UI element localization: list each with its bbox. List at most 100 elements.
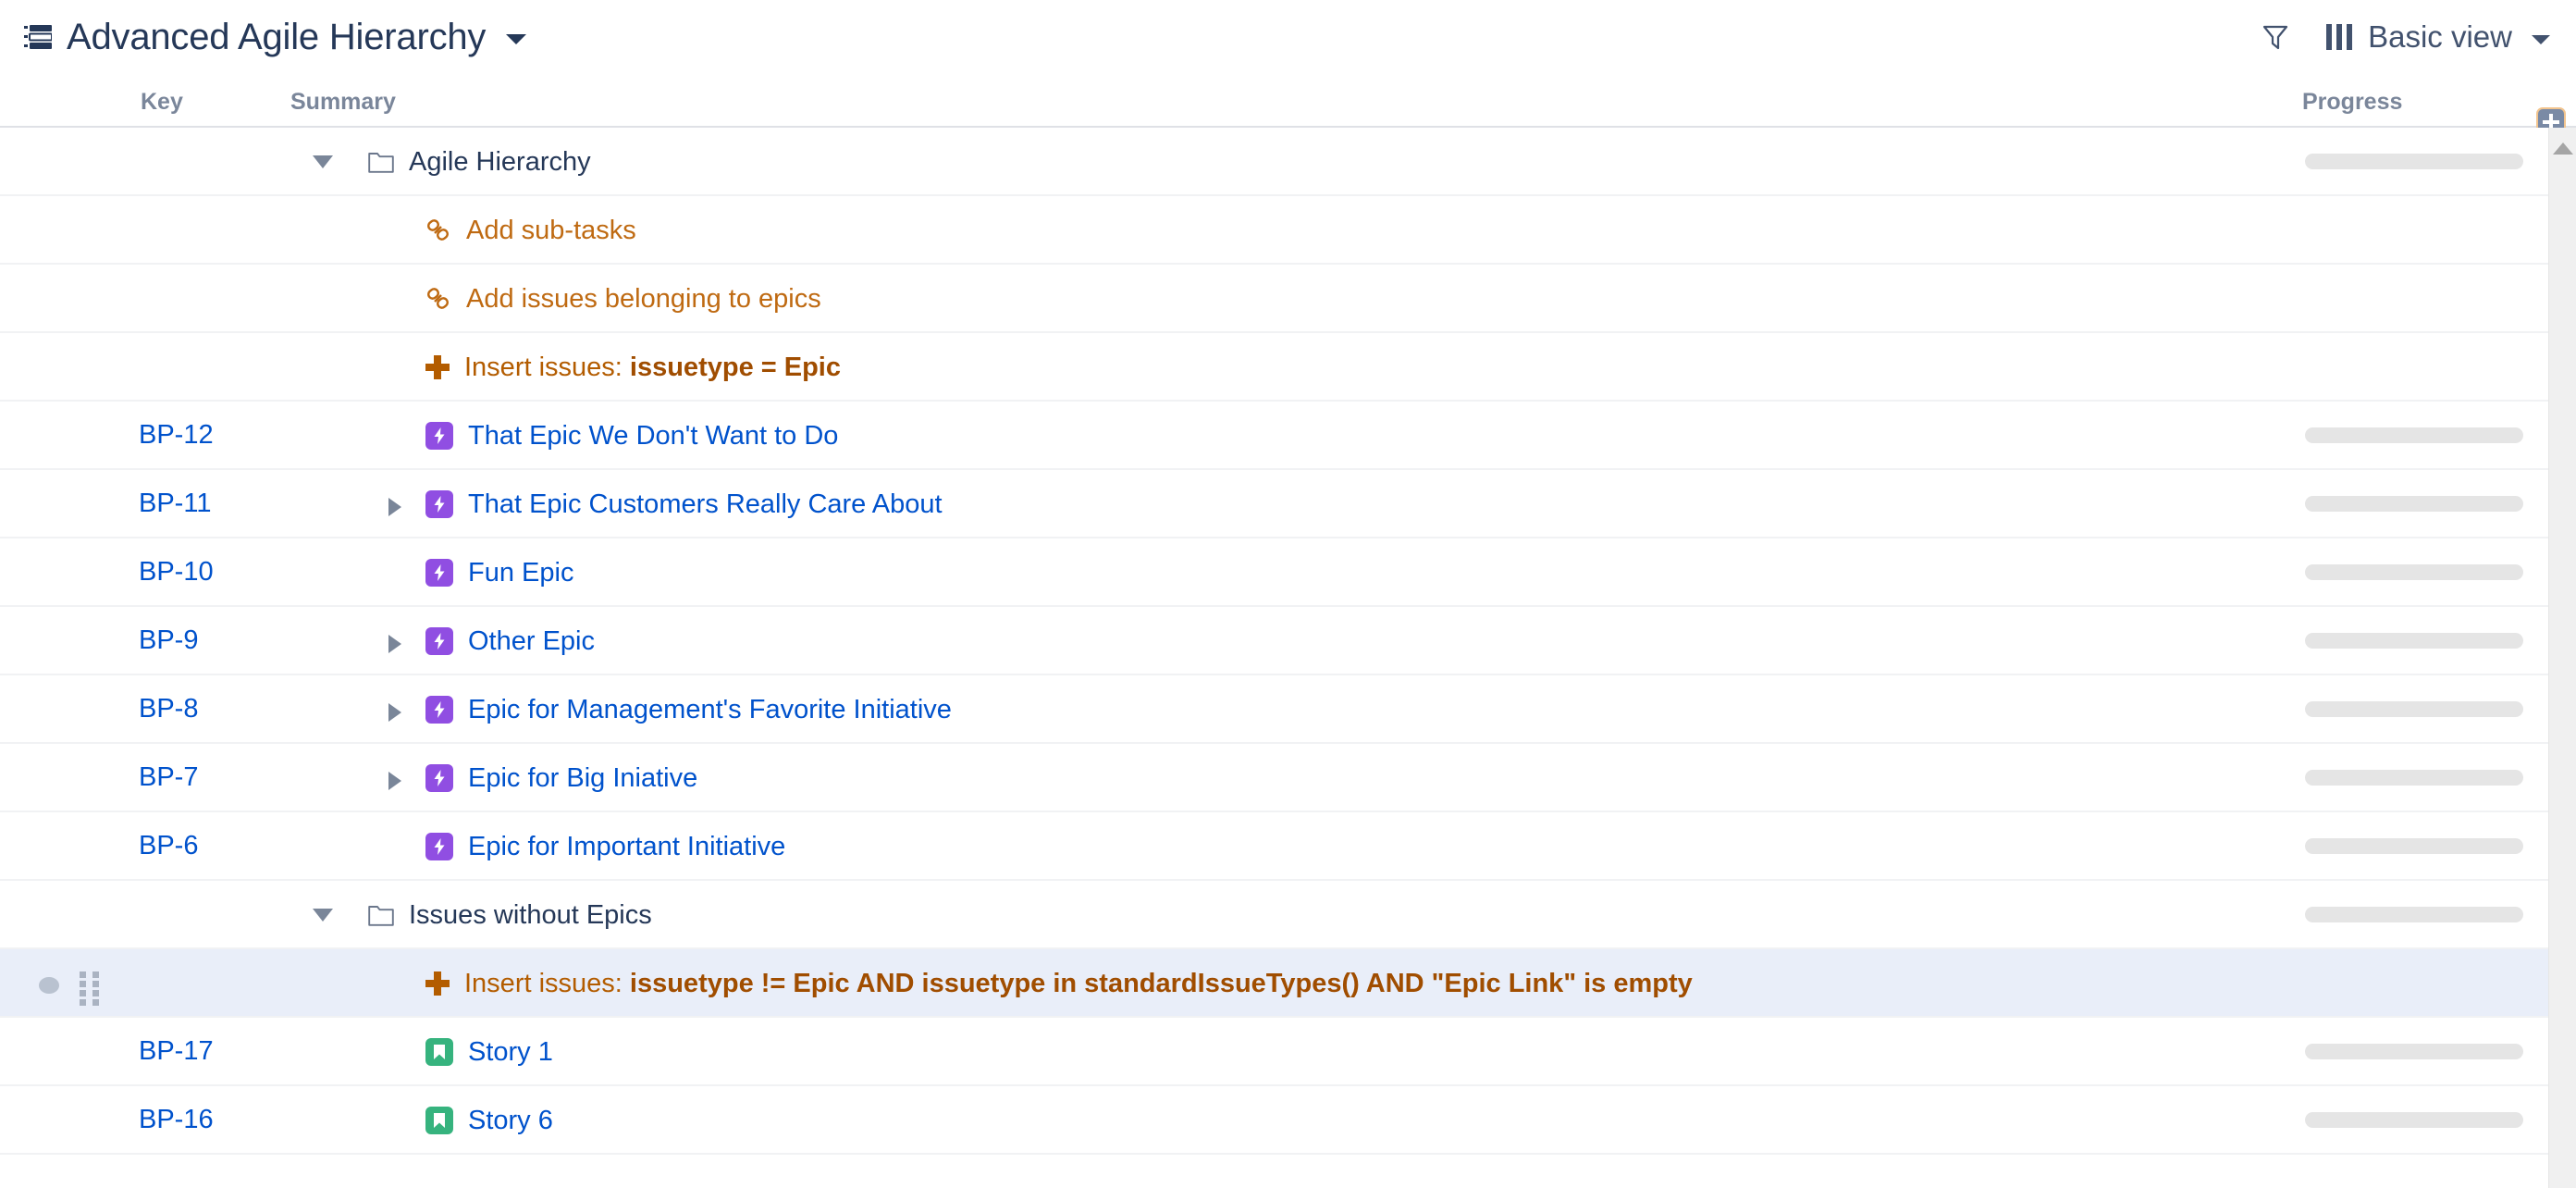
summary-cell: That Epic We Don't Want to Do bbox=[425, 402, 838, 470]
row-marker-dot bbox=[39, 977, 59, 994]
top-bar: Advanced Agile Hierarchy Basic view bbox=[0, 0, 2576, 74]
chevron-down-icon[interactable] bbox=[506, 34, 527, 44]
row-summary-text[interactable]: Epic for Important Initiative bbox=[468, 832, 785, 862]
table-row[interactable]: BP-16 Story 6 bbox=[0, 1086, 2548, 1155]
issue-key-link[interactable]: BP-9 bbox=[139, 625, 314, 656]
chevron-down-icon[interactable] bbox=[2532, 34, 2550, 44]
story-type-icon bbox=[425, 1038, 453, 1066]
issue-key-link[interactable]: BP-7 bbox=[139, 762, 314, 793]
summary-cell: Epic for Important Initiative bbox=[425, 812, 785, 881]
progress-bar bbox=[2305, 427, 2523, 443]
epic-type-icon bbox=[425, 833, 453, 860]
table-row[interactable]: Issues without Epics bbox=[0, 881, 2548, 949]
issue-grid: Agile Hierarchy Add sub-tasks Add issues b… bbox=[0, 128, 2576, 1188]
table-row[interactable]: Add issues belonging to epics bbox=[0, 265, 2548, 333]
table-row[interactable]: BP-7 Epic for Big Iniative bbox=[0, 744, 2548, 812]
table-row[interactable]: BP-9 Other Epic bbox=[0, 607, 2548, 675]
issue-key-link[interactable]: BP-11 bbox=[139, 489, 314, 519]
expand-row-toggle[interactable] bbox=[388, 772, 401, 790]
row-summary-text[interactable]: Add issues belonging to epics bbox=[466, 284, 821, 315]
table-row[interactable]: BP-11 That Epic Customers Really Care Abo… bbox=[0, 470, 2548, 538]
top-bar-actions: Basic view bbox=[2262, 0, 2550, 74]
row-summary-text[interactable]: Epic for Management's Favorite Initiativ… bbox=[468, 695, 952, 725]
summary-cell: Issues without Epics bbox=[368, 881, 652, 949]
table-row[interactable]: BP-12 That Epic We Don't Want to Do bbox=[0, 402, 2548, 470]
link-icon bbox=[427, 288, 449, 309]
row-summary-text[interactable]: Fun Epic bbox=[468, 558, 573, 588]
summary-cell: Insert issues: issuetype = Epic bbox=[425, 333, 841, 402]
epic-type-icon bbox=[425, 696, 453, 724]
progress-bar bbox=[2305, 633, 2523, 649]
summary-cell: Insert issues: issuetype != Epic AND iss… bbox=[425, 949, 1693, 1018]
vertical-scrollbar[interactable] bbox=[2548, 128, 2576, 1188]
epic-type-icon bbox=[425, 764, 453, 792]
collapse-row-toggle[interactable] bbox=[313, 909, 333, 922]
expand-row-toggle[interactable] bbox=[388, 635, 401, 653]
column-header-key[interactable]: Key bbox=[141, 89, 183, 116]
progress-bar bbox=[2305, 564, 2523, 580]
epic-type-icon bbox=[425, 422, 453, 450]
summary-cell: That Epic Customers Really Care About bbox=[425, 470, 943, 538]
view-switcher[interactable]: Basic view bbox=[2326, 19, 2550, 55]
column-header-row: Key Summary Progress bbox=[0, 74, 2576, 128]
summary-cell: Add sub-tasks bbox=[425, 196, 636, 265]
folder-icon bbox=[368, 153, 394, 173]
table-row[interactable]: Insert issues: issuetype = Epic bbox=[0, 333, 2548, 402]
summary-cell: Story 6 bbox=[425, 1086, 553, 1155]
summary-cell: Agile Hierarchy bbox=[368, 128, 591, 196]
progress-bar bbox=[2305, 701, 2523, 717]
columns-icon bbox=[2326, 24, 2353, 50]
table-row[interactable]: BP-17 Story 1 bbox=[0, 1018, 2548, 1086]
view-label: Basic view bbox=[2368, 19, 2512, 54]
progress-bar bbox=[2305, 1112, 2523, 1128]
folder-icon bbox=[368, 906, 394, 926]
title-group[interactable]: Advanced Agile Hierarchy bbox=[24, 17, 527, 58]
epic-type-icon bbox=[425, 490, 453, 518]
progress-bar bbox=[2305, 496, 2523, 512]
row-summary-text[interactable]: Epic for Big Iniative bbox=[468, 763, 697, 794]
row-summary-text[interactable]: That Epic We Don't Want to Do bbox=[468, 421, 838, 452]
expand-row-toggle[interactable] bbox=[388, 703, 401, 722]
epic-type-icon bbox=[425, 627, 453, 655]
table-row[interactable]: BP-6 Epic for Important Initiative bbox=[0, 812, 2548, 881]
issue-key-link[interactable]: BP-8 bbox=[139, 694, 314, 724]
progress-bar bbox=[2305, 907, 2523, 922]
row-summary-text: Issues without Epics bbox=[409, 899, 652, 930]
collapse-row-toggle[interactable] bbox=[313, 155, 333, 168]
progress-bar bbox=[2305, 154, 2523, 169]
issue-key-link[interactable]: BP-16 bbox=[139, 1105, 314, 1135]
drag-handle[interactable] bbox=[80, 971, 100, 1006]
expand-row-toggle[interactable] bbox=[388, 498, 401, 516]
column-header-progress[interactable]: Progress bbox=[2302, 89, 2402, 116]
epic-type-icon bbox=[425, 559, 453, 587]
summary-cell: Other Epic bbox=[425, 607, 595, 675]
summary-cell: Epic for Big Iniative bbox=[425, 744, 697, 812]
story-type-icon bbox=[425, 1107, 453, 1134]
progress-bar bbox=[2305, 838, 2523, 854]
scroll-up-arrow[interactable] bbox=[2553, 142, 2573, 155]
issue-key-link[interactable]: BP-10 bbox=[139, 557, 314, 588]
issue-key-link[interactable]: BP-12 bbox=[139, 420, 314, 451]
row-summary-text[interactable]: Story 1 bbox=[468, 1037, 553, 1068]
table-row[interactable]: Insert issues: issuetype != Epic AND iss… bbox=[0, 949, 2548, 1018]
row-summary-text[interactable]: That Epic Customers Really Care About bbox=[468, 489, 943, 520]
row-summary-text[interactable]: Insert issues: issuetype != Epic AND iss… bbox=[464, 969, 1693, 999]
table-row[interactable]: Add sub-tasks bbox=[0, 196, 2548, 265]
row-summary-text: Agile Hierarchy bbox=[409, 146, 591, 177]
issue-key-link[interactable]: BP-6 bbox=[139, 831, 314, 861]
column-header-summary[interactable]: Summary bbox=[290, 89, 396, 116]
summary-cell: Fun Epic bbox=[425, 538, 573, 607]
plus-icon bbox=[425, 355, 450, 379]
summary-cell: Story 1 bbox=[425, 1018, 553, 1086]
row-summary-text[interactable]: Add sub-tasks bbox=[466, 216, 636, 246]
link-icon bbox=[427, 219, 449, 241]
funnel-icon[interactable] bbox=[2262, 23, 2289, 51]
issue-key-link[interactable]: BP-17 bbox=[139, 1036, 314, 1067]
row-summary-text[interactable]: Other Epic bbox=[468, 626, 595, 657]
table-row[interactable]: Agile Hierarchy bbox=[0, 128, 2548, 196]
row-summary-text[interactable]: Insert issues: issuetype = Epic bbox=[464, 353, 841, 383]
table-row[interactable]: BP-8 Epic for Management's Favorite Initi… bbox=[0, 675, 2548, 744]
row-summary-text[interactable]: Story 6 bbox=[468, 1106, 553, 1136]
table-row[interactable]: BP-10 Fun Epic bbox=[0, 538, 2548, 607]
progress-bar bbox=[2305, 1044, 2523, 1059]
